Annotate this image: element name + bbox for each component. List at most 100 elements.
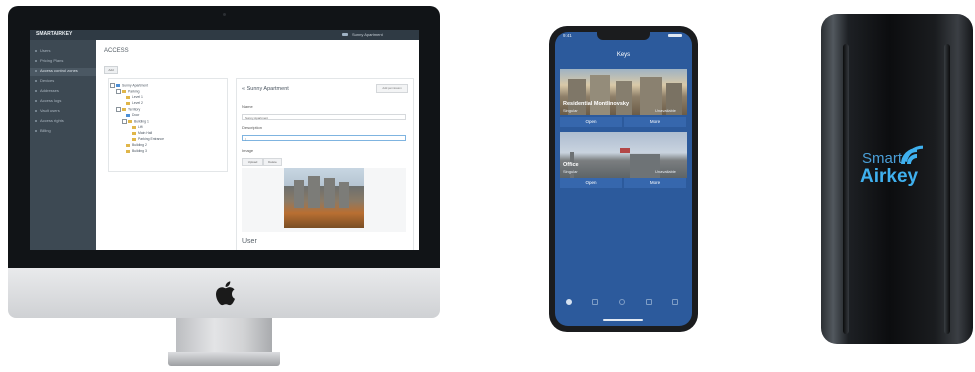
detail-title: « Sunny Apartment <box>242 86 289 92</box>
reader-right-groove <box>944 44 950 334</box>
settings-icon[interactable] <box>619 299 625 305</box>
image-label: Image <box>242 148 254 153</box>
tree-node-label: Building 3 <box>132 149 147 153</box>
upload-button[interactable]: Upload <box>242 158 263 166</box>
sidebar-item-addresses[interactable]: Addresses <box>35 88 59 96</box>
profile-icon[interactable] <box>672 299 678 305</box>
tree-node-label: Territory <box>128 107 141 112</box>
sidebar-item-access-zones[interactable]: Access control zones <box>30 68 96 76</box>
zones-icon <box>35 69 37 72</box>
key-card-status: Unavailable <box>655 169 676 174</box>
status-time: 9:41 <box>563 33 572 38</box>
sidebar-item-label: Devices <box>40 78 55 83</box>
phone-notch <box>597 32 650 40</box>
tree-node[interactable]: Level 2 <box>126 101 143 105</box>
billing-icon <box>35 129 37 132</box>
sidebar-item-access-logs[interactable]: Access logs <box>35 98 61 106</box>
folder-icon <box>132 125 136 129</box>
app-brand: SMARTAIRKEY <box>36 31 73 37</box>
logo-smart-text: Smart <box>862 150 903 167</box>
tree-node[interactable]: Level 1 <box>126 95 143 99</box>
phone-screen-title: Keys <box>616 52 631 58</box>
home-indicator <box>603 319 643 321</box>
collapse-icon[interactable] <box>122 119 127 124</box>
tree-node[interactable]: Main Hall <box>132 131 152 135</box>
tree-node[interactable]: Lift <box>132 125 143 129</box>
sidebar-item-label: Addresses <box>40 88 59 93</box>
description-label: Description <box>242 125 263 130</box>
user-menu[interactable]: Sunny Apartment <box>352 32 383 37</box>
tree-node[interactable]: Building 2 <box>126 143 147 147</box>
sidebar: Users Pricing Plans Access control zones… <box>30 40 96 250</box>
more-button[interactable]: More <box>624 117 686 127</box>
tree-node[interactable]: Door <box>126 113 139 117</box>
folder-icon <box>132 131 136 135</box>
sidebar-item-devices[interactable]: Devices <box>35 78 54 86</box>
detail-title-text: Sunny Apartment <box>246 86 289 92</box>
add-permission-button[interactable]: Add permission <box>376 84 408 93</box>
sidebar-item-pricing[interactable]: Pricing Plans <box>35 58 63 66</box>
sidebar-item-vault-users[interactable]: Vault users <box>35 108 60 116</box>
more-button[interactable]: More <box>624 178 686 188</box>
sidebar-item-label: Vault users <box>40 108 60 113</box>
logo-airkey-text: Airkey <box>860 166 919 187</box>
tree-node[interactable]: Building 3 <box>126 149 147 153</box>
imac-stand-neck <box>176 318 272 356</box>
tree-node[interactable]: Building 1 <box>122 119 149 124</box>
sidebar-item-access-rights[interactable]: Access rights <box>35 118 64 126</box>
key-card-type: Singular <box>563 169 578 174</box>
tree-node[interactable]: Parking <box>116 89 140 94</box>
description-field[interactable]: | <box>242 135 406 141</box>
folder-icon <box>128 120 132 123</box>
sidebar-item-label: Access logs <box>40 98 62 103</box>
door-icon <box>126 113 130 117</box>
name-label: Name <box>242 104 253 109</box>
tree-node[interactable]: Territory <box>116 107 140 112</box>
delete-button[interactable]: Delete <box>263 158 282 166</box>
tree-node-label: Level 1 <box>132 95 143 99</box>
devices-icon <box>35 79 37 82</box>
sidebar-item-label: Access control zones <box>40 68 78 73</box>
tree-node[interactable]: Parking Entrance <box>132 137 164 141</box>
key-card-name: Residential Montlinovsky <box>563 101 630 107</box>
desktop-app-screen: SMARTAIRKEY Sunny Apartment Users Pricin… <box>30 30 419 250</box>
transfer-icon[interactable] <box>592 299 598 305</box>
folder-icon <box>126 101 130 105</box>
apple-logo-icon <box>216 281 235 306</box>
tree-node-label: Level 2 <box>132 101 143 105</box>
sidebar-item-users[interactable]: Users <box>35 48 50 56</box>
sidebar-item-label: Billing <box>40 128 51 133</box>
folder-icon <box>126 95 130 99</box>
grid-icon[interactable] <box>646 299 652 305</box>
key-icon[interactable] <box>566 299 572 305</box>
tree-node-label: Main Hall <box>138 131 153 135</box>
tree-node-label: Door <box>132 113 140 117</box>
vault-icon <box>35 109 37 112</box>
page-title: ACCESS <box>104 48 129 54</box>
collapse-icon[interactable] <box>116 107 121 112</box>
user-icon[interactable] <box>342 33 348 36</box>
name-field[interactable]: Sunny Apartment <box>242 114 406 120</box>
open-button[interactable]: Open <box>560 117 622 127</box>
rights-icon <box>35 119 37 122</box>
collapse-icon[interactable] <box>116 89 121 94</box>
sidebar-item-label: Users <box>40 48 51 53</box>
add-button[interactable]: Add <box>104 66 118 74</box>
tree-node-label: Parking <box>128 89 140 94</box>
status-icons <box>668 34 682 37</box>
tree-node[interactable]: Sunny Apartment <box>110 83 148 88</box>
tree-node-label: Building 2 <box>132 143 147 147</box>
addresses-icon <box>35 89 37 92</box>
collapse-icon[interactable] <box>110 83 115 88</box>
folder-icon <box>122 108 126 111</box>
tree-node-label: Lift <box>138 125 143 129</box>
logs-icon <box>35 99 37 102</box>
tree-node-label: Sunny Apartment <box>122 83 149 88</box>
sidebar-item-billing[interactable]: Billing <box>35 128 51 136</box>
folder-icon <box>116 84 120 87</box>
reader-left-groove <box>843 44 849 334</box>
sidebar-item-label: Pricing Plans <box>40 58 64 63</box>
key-card-type: Singular <box>563 108 578 113</box>
open-button[interactable]: Open <box>560 178 622 188</box>
folder-icon <box>126 149 130 153</box>
